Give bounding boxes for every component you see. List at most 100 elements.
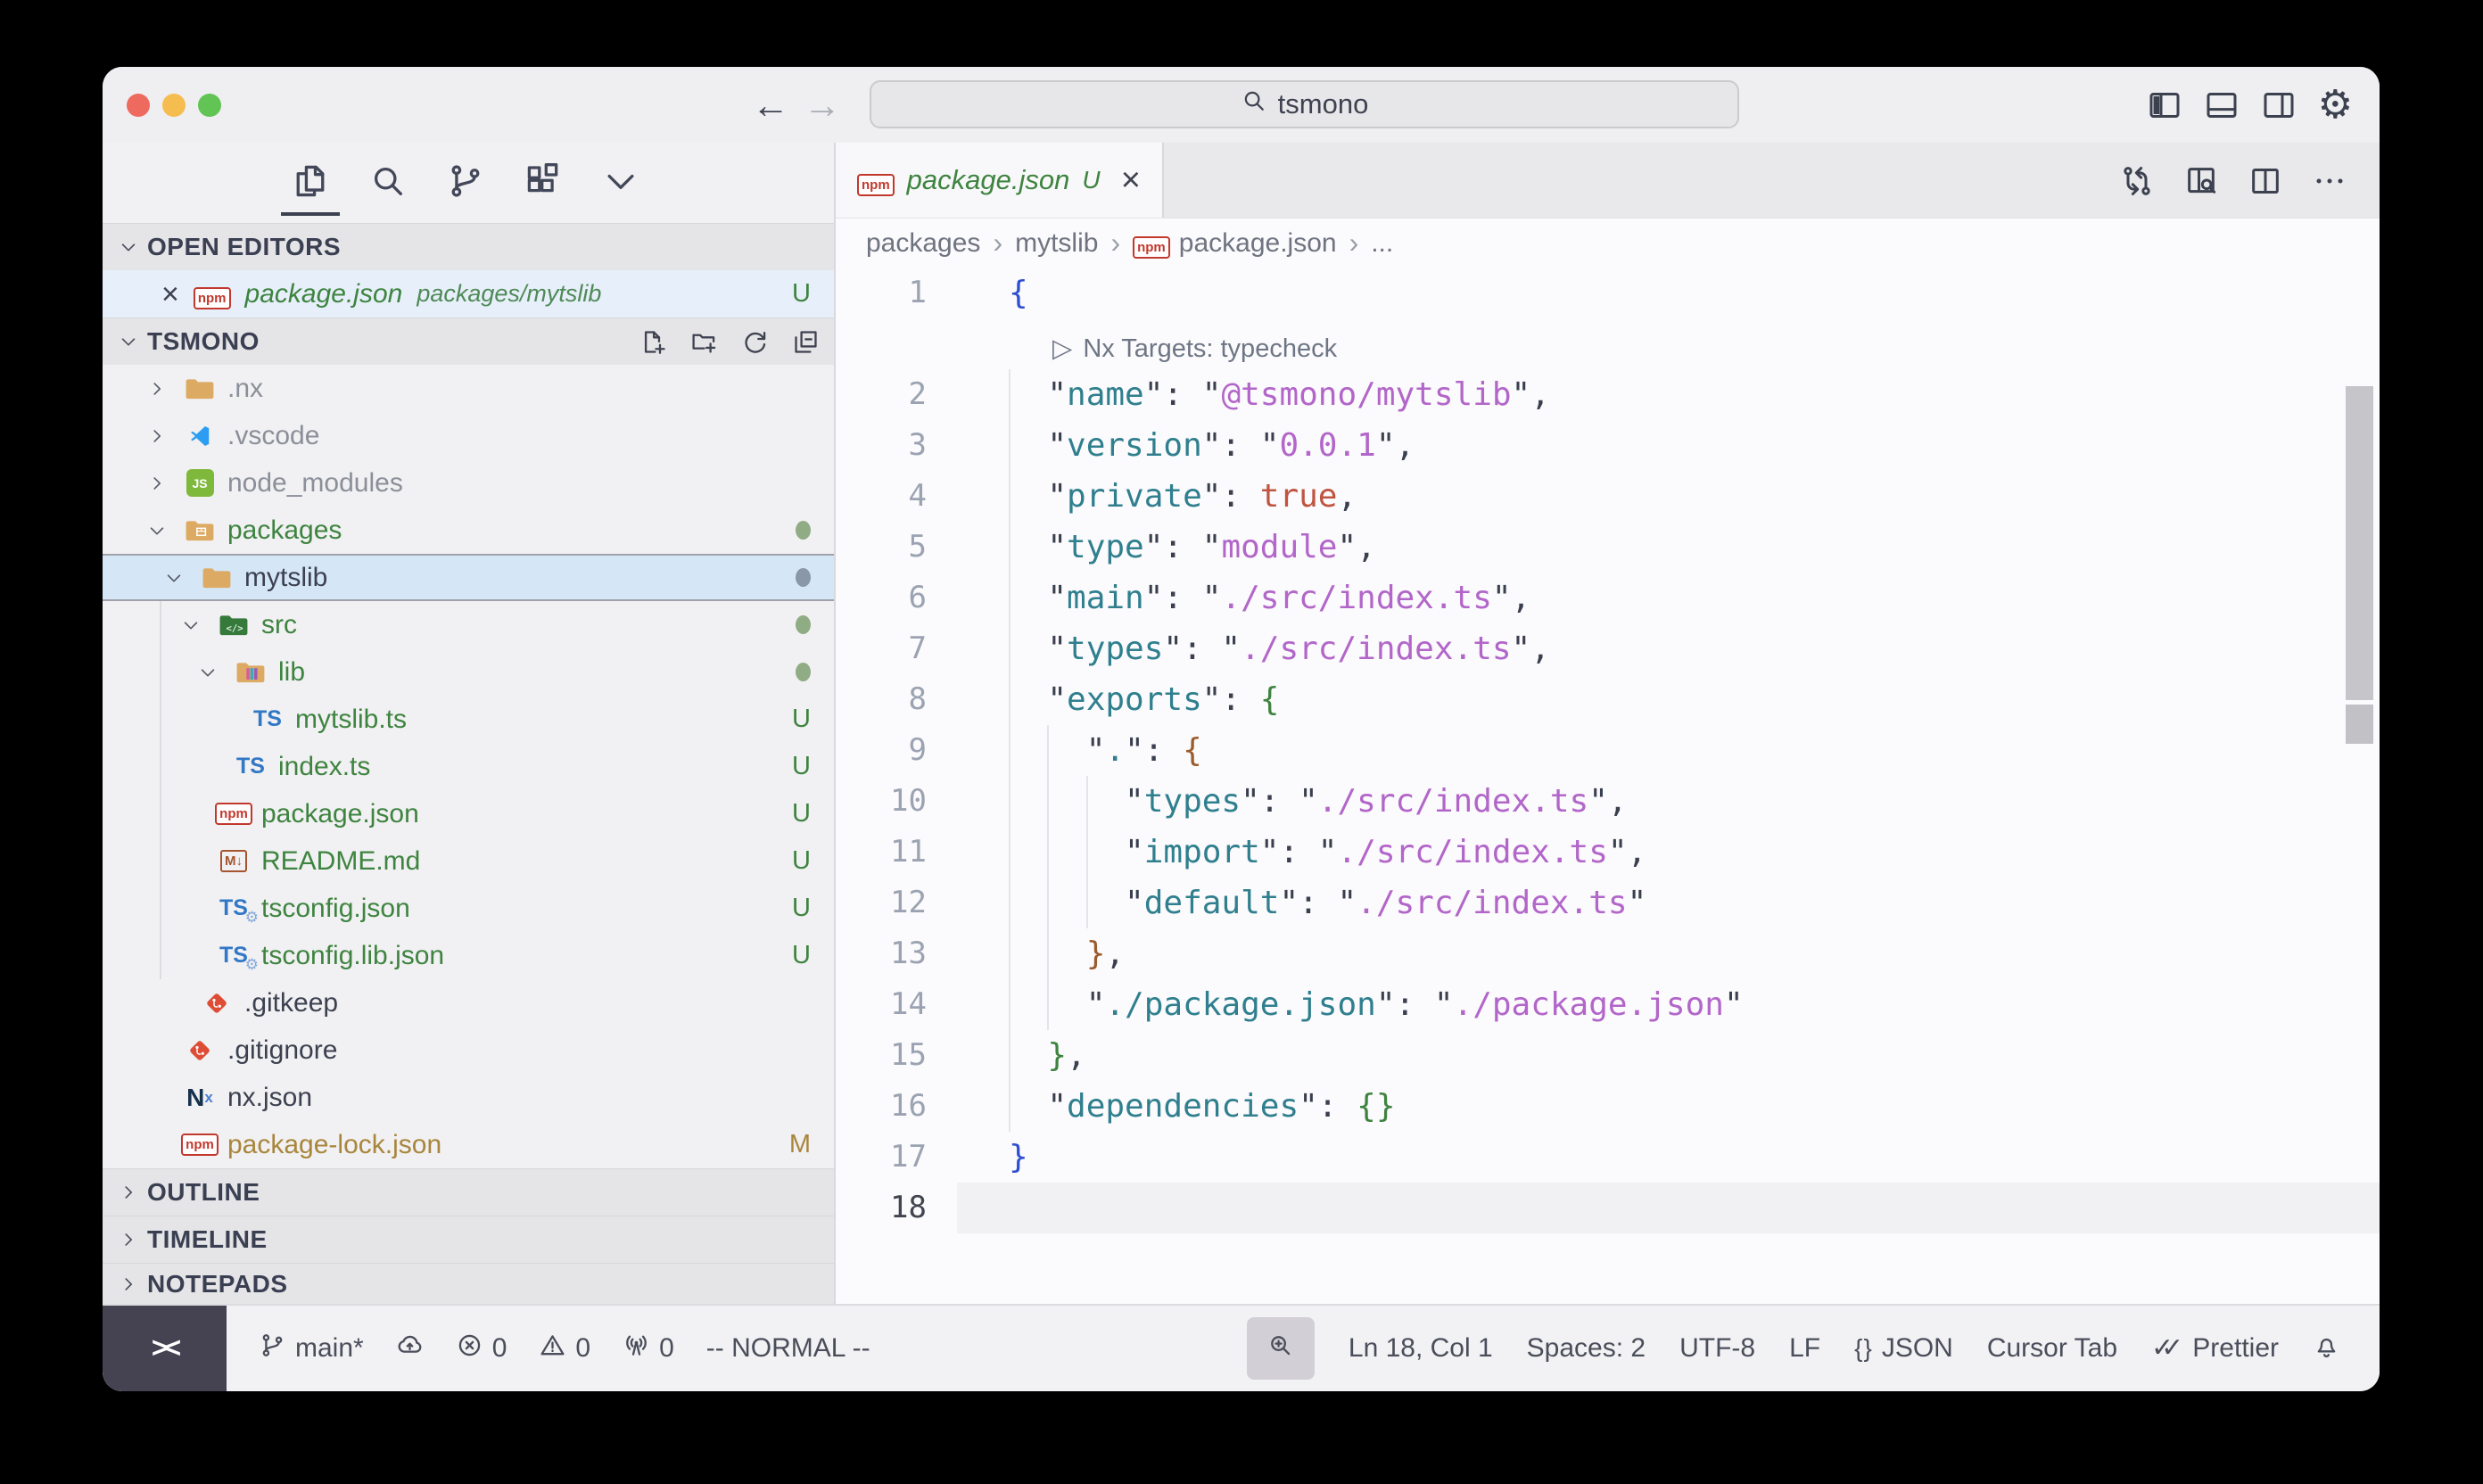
panel-timeline[interactable]: TIMELINE [103, 1216, 834, 1263]
tree-item-tsconfig.json[interactable]: TS⚙tsconfig.jsonU [103, 885, 834, 932]
open-editors-header[interactable]: OPEN EDITORS [103, 223, 834, 270]
code-line-16[interactable]: 16 "dependencies": {} [836, 1081, 2380, 1132]
open-preview-button[interactable] [2183, 163, 2219, 199]
tree-item-.vscode[interactable]: .vscode [103, 412, 834, 459]
panel-notepads[interactable]: NOTEPADS [103, 1263, 834, 1304]
toggle-secondary-sidebar-button[interactable] [2261, 87, 2297, 123]
activity-extensions[interactable] [523, 156, 564, 210]
close-window-button[interactable] [127, 94, 150, 117]
command-center-search[interactable]: tsmono [870, 80, 1739, 128]
tree-item-lib[interactable]: lib [103, 648, 834, 696]
status-indentation[interactable]: Spaces: 2 [1527, 1333, 1646, 1364]
refresh-explorer-button[interactable] [741, 328, 769, 356]
panel-outline[interactable]: OUTLINE [103, 1168, 834, 1216]
toggle-panel-button[interactable] [2204, 87, 2240, 123]
split-editor-button[interactable] [2248, 163, 2283, 199]
code-line-13[interactable]: 13 }, [836, 928, 2380, 979]
breadcrumb-item[interactable]: packages [866, 228, 980, 259]
npm-icon: npm [181, 1134, 219, 1156]
activity-explorer[interactable] [290, 156, 331, 210]
status-encoding[interactable]: UTF-8 [1679, 1333, 1755, 1364]
tree-item-package-lock.json[interactable]: npmpackage-lock.jsonM [103, 1121, 834, 1168]
code-line-7[interactable]: 7 "types": "./src/index.ts", [836, 623, 2380, 674]
explorer-header[interactable]: TSMONO [103, 317, 834, 365]
status-language-mode[interactable]: {}JSON [1854, 1333, 1953, 1364]
zoom-window-button[interactable] [198, 94, 221, 117]
close-editor-icon[interactable]: × [161, 279, 179, 309]
new-folder-button[interactable] [690, 328, 718, 356]
status-cursor-tab[interactable]: Cursor Tab [1987, 1333, 2117, 1364]
code-line-6[interactable]: 6 "main": "./src/index.ts", [836, 573, 2380, 623]
status-errors[interactable]: 0 [456, 1331, 507, 1366]
open-changes-button[interactable] [2119, 163, 2155, 199]
tree-item-mytslib.ts[interactable]: TSmytslib.tsU [103, 696, 834, 743]
tree-item-tsconfig.lib.json[interactable]: TS⚙tsconfig.lib.jsonU [103, 932, 834, 979]
nav-forward-button[interactable]: → [804, 67, 841, 143]
code-line-14[interactable]: 14 "./package.json": "./package.json" [836, 979, 2380, 1030]
code-line-4[interactable]: 4 "private": true, [836, 471, 2380, 522]
code-line-17[interactable]: 17} [836, 1132, 2380, 1183]
indent-guide [1009, 369, 1011, 420]
settings-button[interactable]: ⚙ [2318, 86, 2353, 125]
status-git-branch[interactable]: main* [259, 1331, 364, 1366]
code-line-10[interactable]: 10 "types": "./src/index.ts", [836, 776, 2380, 827]
nav-back-button[interactable]: ← [752, 67, 789, 143]
line-number: 11 [836, 827, 957, 878]
code-line-12[interactable]: 12 "default": "./src/index.ts" [836, 878, 2380, 928]
status-remote-indicator[interactable]: >< [103, 1306, 227, 1391]
breadcrumb-item[interactable]: ... [1371, 228, 1393, 259]
tree-item-nx.json[interactable]: Nxnx.json [103, 1074, 834, 1121]
tree-item-.gitignore[interactable]: .gitignore [103, 1026, 834, 1074]
code-line-18[interactable]: 18 [836, 1183, 2380, 1233]
toggle-primary-sidebar-button[interactable] [2147, 87, 2182, 123]
code-line-9[interactable]: 9 ".": { [836, 725, 2380, 776]
scrollbar[interactable] [2346, 386, 2373, 700]
tree-item-label: .nx [227, 374, 263, 404]
code-line-1[interactable]: 1{ [836, 268, 2380, 318]
status-screencast-zoom[interactable] [1247, 1317, 1315, 1380]
new-file-button[interactable] [639, 328, 667, 356]
close-tab-icon[interactable]: × [1121, 163, 1141, 197]
tree-item-package.json[interactable]: npmpackage.jsonU [103, 790, 834, 837]
tree-item-README.md[interactable]: M↓README.mdU [103, 837, 834, 885]
line-number: 14 [836, 979, 957, 1030]
code-line-15[interactable]: 15 }, [836, 1030, 2380, 1081]
status-label: 0 [659, 1333, 674, 1364]
status-vim-mode[interactable]: -- NORMAL -- [706, 1333, 870, 1364]
code-line-2[interactable]: 2 "name": "@tsmono/mytslib", [836, 369, 2380, 420]
tree-item-node_modules[interactable]: JSnode_modules [103, 459, 834, 507]
tree-item-.nx[interactable]: .nx [103, 365, 834, 412]
status-publish-changes[interactable] [396, 1331, 424, 1366]
code-line-11[interactable]: 11 "import": "./src/index.ts", [836, 827, 2380, 878]
tree-item-packages[interactable]: packages [103, 507, 834, 554]
status-warnings[interactable]: 0 [539, 1331, 590, 1366]
tree-item-index.ts[interactable]: TSindex.tsU [103, 743, 834, 790]
code-editor: 1{▷Nx Targets: typecheck2 "name": "@tsmo… [836, 268, 2380, 1304]
tree-item-label: node_modules [227, 468, 403, 499]
breadcrumb-item[interactable]: npmpackage.json [1133, 228, 1336, 259]
status-notifications[interactable] [2313, 1331, 2340, 1366]
minimize-window-button[interactable] [162, 94, 186, 117]
more-actions-button[interactable] [2312, 163, 2347, 199]
activity-search[interactable] [367, 156, 408, 210]
breadcrumb-item[interactable]: mytslib [1015, 228, 1098, 259]
git-status-badge: U [792, 799, 811, 829]
codelens-nx-targets[interactable]: ▷Nx Targets: typecheck [836, 318, 2380, 369]
tab-package-json[interactable]: npm package.json U × [836, 143, 1164, 218]
tree-item-mytslib[interactable]: mytslib [103, 554, 834, 601]
activity-source-control[interactable] [445, 156, 486, 210]
open-editor-item[interactable]: × npm package.json packages/mytslib U [103, 270, 834, 317]
tree-item-.gitkeep[interactable]: .gitkeep [103, 979, 834, 1026]
status-forwarded-ports[interactable]: 0 [623, 1331, 674, 1366]
code-line-3[interactable]: 3 "version": "0.0.1", [836, 420, 2380, 471]
panel-label: TIMELINE [147, 1225, 268, 1254]
status-cursor-position[interactable]: Ln 18, Col 1 [1349, 1333, 1493, 1364]
code-line-5[interactable]: 5 "type": "module", [836, 522, 2380, 573]
status-formatter-prettier[interactable]: ✓✓Prettier [2151, 1333, 2279, 1364]
line-number: 16 [836, 1081, 957, 1132]
tree-item-src[interactable]: </>src [103, 601, 834, 648]
collapse-folders-button[interactable] [792, 328, 820, 356]
code-line-8[interactable]: 8 "exports": { [836, 674, 2380, 725]
status-end-of-line[interactable]: LF [1789, 1333, 1820, 1364]
activity-additional-views[interactable] [600, 156, 641, 210]
